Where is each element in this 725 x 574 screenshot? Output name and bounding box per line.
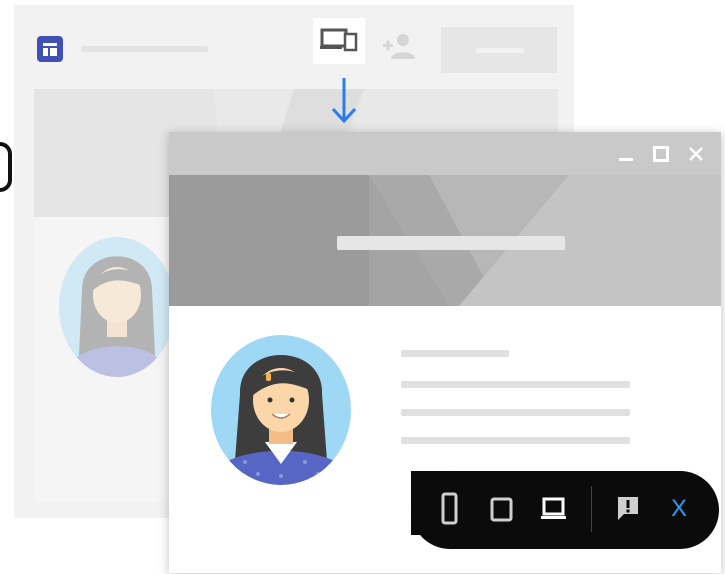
tablet-icon[interactable]: [489, 496, 515, 522]
close-icon[interactable]: [687, 145, 705, 163]
toolbar-close-button[interactable]: X: [671, 495, 687, 523]
content-line-placeholder: [401, 437, 630, 444]
arrow-down-icon: [331, 78, 357, 124]
person-add-icon[interactable]: [381, 33, 417, 59]
content-line-placeholder: [401, 409, 630, 416]
minimize-icon[interactable]: [617, 145, 635, 163]
laptop-icon[interactable]: [539, 496, 569, 522]
maximize-icon[interactable]: [652, 145, 670, 163]
avatar-faded: [59, 237, 175, 377]
feedback-icon[interactable]: [615, 495, 641, 523]
avatar: [211, 335, 351, 485]
partial-icon: [0, 142, 12, 192]
phone-icon[interactable]: [441, 492, 459, 526]
device-toolbar: X: [411, 471, 719, 549]
hero-title-placeholder: [337, 236, 565, 250]
content-line-placeholder: [401, 381, 630, 388]
back-action-button[interactable]: [441, 27, 557, 73]
content-heading-placeholder: [401, 350, 509, 357]
hero-banner: [169, 175, 721, 306]
toolbar-divider: [591, 486, 592, 532]
app-title-placeholder: [81, 46, 208, 52]
device-preview-button[interactable]: [313, 18, 365, 64]
dashboard-icon[interactable]: [37, 36, 63, 62]
window-title-bar[interactable]: [169, 132, 721, 175]
button-label-placeholder: [476, 48, 524, 53]
devices-icon: [320, 28, 358, 52]
